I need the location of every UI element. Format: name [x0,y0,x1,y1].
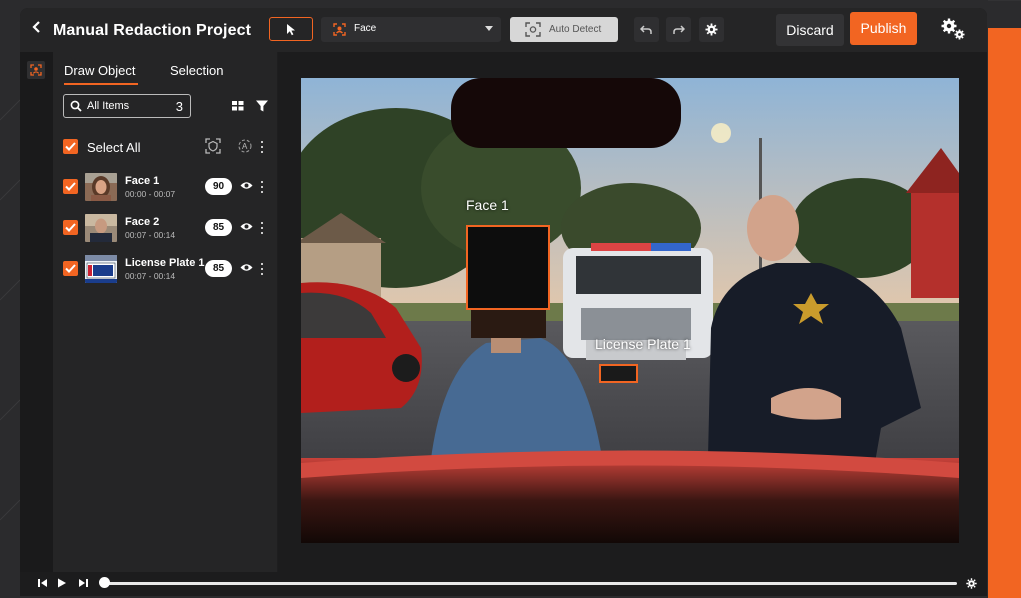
video-frame: Face 1 License Plate 1 [301,78,959,543]
search-placeholder: All Items [87,100,130,112]
undo-button[interactable] [634,17,659,42]
gear-icon[interactable] [966,578,977,589]
pointer-icon [287,24,295,36]
editor-window: Manual Redaction Project Face Auto Detec… [20,8,987,596]
gear-icon [705,23,718,36]
eye-icon[interactable] [240,181,253,190]
plate-redaction-box[interactable] [599,364,638,383]
scene-image [301,78,959,543]
item-checkbox[interactable] [63,261,78,276]
face-detect-icon [30,64,42,76]
settings-button[interactable] [699,17,724,42]
checkmark-icon [65,182,76,191]
search-input[interactable]: All Items 3 [63,94,191,118]
item-time-range: 00:07 - 00:14 [125,230,176,240]
item-title: Face 2 [125,216,160,228]
forward-icon[interactable] [78,578,88,588]
timeline-track[interactable] [104,582,957,585]
confidence-badge: 90 [205,178,232,195]
list-item[interactable]: License Plate 1 00:07 - 00:14 85 [53,253,277,289]
page-title: Manual Redaction Project [53,22,251,39]
select-all-checkbox[interactable] [63,139,78,154]
play-icon[interactable] [57,578,67,588]
checkmark-icon [65,223,76,232]
auto-detect-button[interactable]: Auto Detect [510,17,618,42]
item-time-range: 00:00 - 00:07 [125,189,176,199]
eye-icon[interactable] [240,263,253,272]
tab-draw-object[interactable]: Draw Object [64,63,136,78]
face-thumbnail [85,214,117,242]
rewind-icon[interactable] [38,578,48,588]
checkmark-icon [65,264,76,273]
redaction-tool-button[interactable] [27,61,45,79]
discard-button[interactable]: Discard [776,14,844,46]
auto-label-icon[interactable]: A [237,138,253,154]
objects-panel: Draw Object Selection All Items 3 Select… [53,52,277,572]
settings-gears-icon [941,18,965,40]
face-detect-icon[interactable] [205,138,221,154]
redaction-label-plate: License Plate 1 [595,336,691,352]
item-title: License Plate 1 [125,257,205,269]
back-icon [32,21,40,33]
object-type-select[interactable]: Face [321,17,501,42]
orange-side-strip [988,28,1021,598]
video-canvas[interactable]: Face 1 License Plate 1 [278,52,987,572]
back-button[interactable] [32,20,48,40]
redaction-label-face: Face 1 [466,197,509,213]
tab-selection[interactable]: Selection [170,63,223,78]
top-bar: Manual Redaction Project Face Auto Detec… [20,8,987,52]
svg-text:A: A [242,142,248,151]
filter-icon[interactable] [256,100,268,112]
more-options-icon[interactable] [260,181,264,195]
undo-icon [640,25,652,34]
advanced-settings-button[interactable] [940,17,966,41]
eye-icon[interactable] [240,222,253,231]
search-icon [70,100,82,112]
item-checkbox[interactable] [63,179,78,194]
auto-detect-icon [525,22,541,37]
face-redaction-box[interactable] [466,225,550,310]
license-plate-thumbnail [85,255,117,283]
object-type-value: Face [354,23,377,34]
grid-icon[interactable] [232,100,244,112]
more-options-icon[interactable] [260,141,264,155]
active-tab-indicator [64,83,138,85]
select-all-label: Select All [87,140,141,155]
confidence-badge: 85 [205,260,232,277]
item-count: 3 [175,99,183,114]
item-checkbox[interactable] [63,220,78,235]
more-options-icon[interactable] [260,263,264,277]
auto-detect-label: Auto Detect [549,24,602,35]
playback-bar [20,572,987,596]
list-item[interactable]: Face 1 00:00 - 00:07 90 [53,171,277,207]
list-item[interactable]: Face 2 00:07 - 00:14 85 [53,212,277,248]
face-thumbnail [85,173,117,201]
item-title: Face 1 [125,175,160,187]
pointer-tool-button[interactable] [269,17,313,41]
left-tool-rail [20,52,53,596]
item-time-range: 00:07 - 00:14 [125,271,176,281]
confidence-badge: 85 [205,219,232,236]
redo-button[interactable] [666,17,691,42]
redo-icon [673,25,685,34]
more-options-icon[interactable] [260,222,264,236]
checkmark-icon [65,142,76,151]
chevron-down-icon [485,26,493,31]
face-detect-icon [333,23,346,36]
publish-button[interactable]: Publish [850,12,917,45]
timeline-scrubber[interactable] [99,577,110,588]
